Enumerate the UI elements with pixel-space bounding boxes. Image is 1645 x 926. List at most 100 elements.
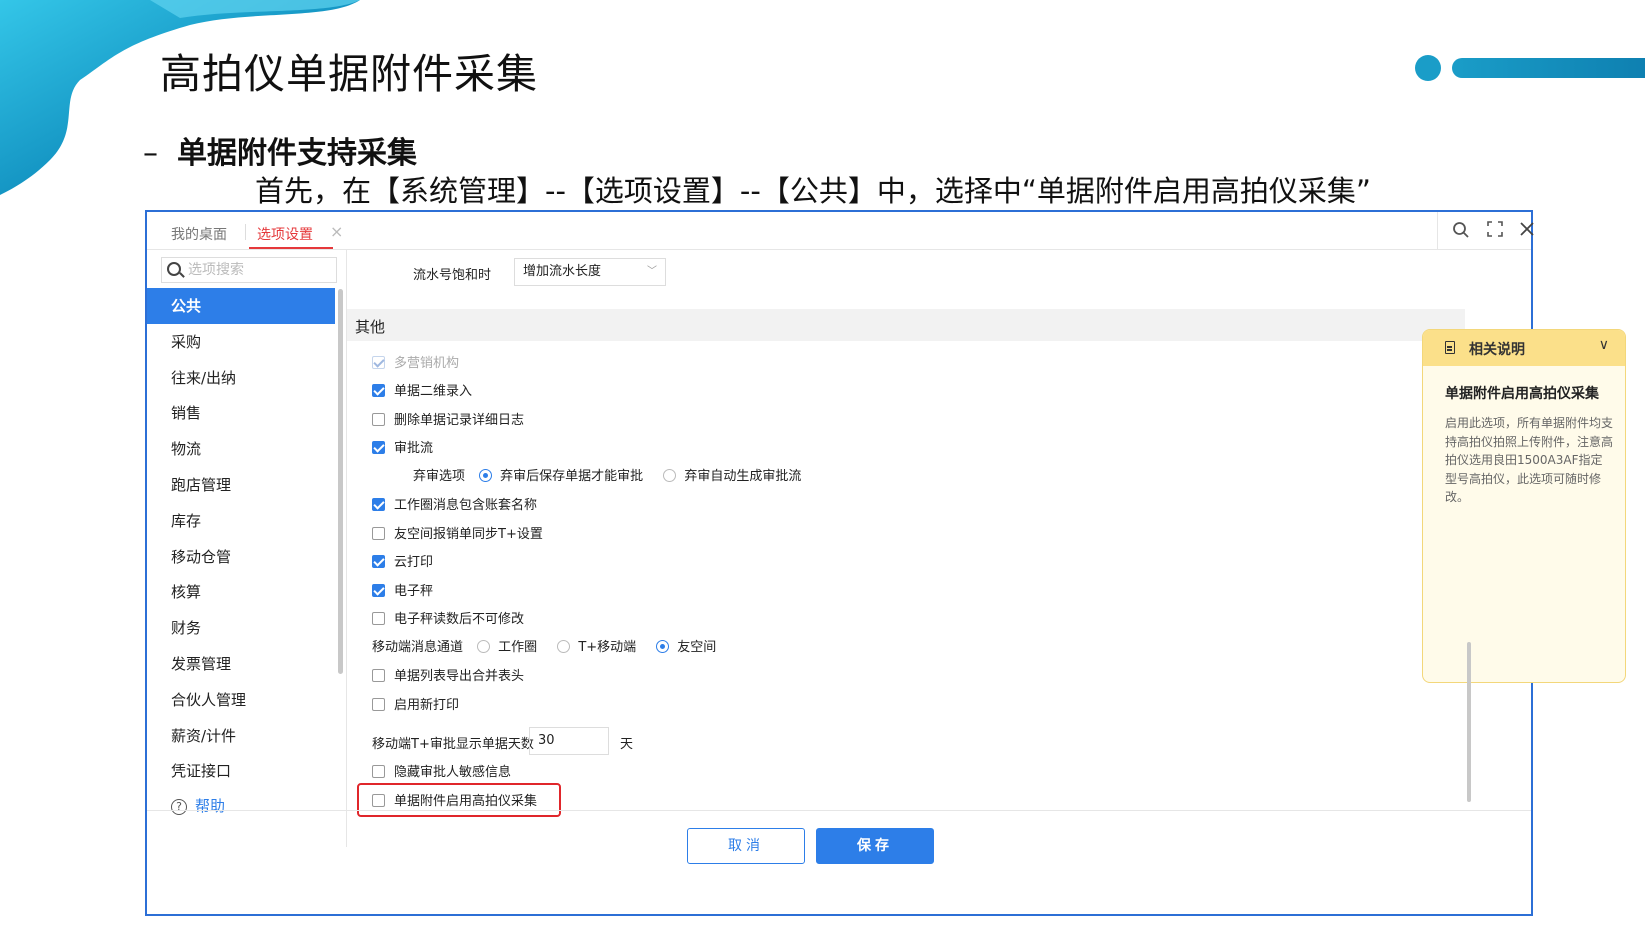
note-header[interactable]: 相关说明 ∨ (1423, 330, 1625, 366)
sidebar-item[interactable]: 发票管理 (147, 646, 335, 682)
main-scrollbar[interactable] (1467, 642, 1471, 802)
option-row: 电子秤读数后不可修改 (372, 610, 524, 630)
dialog-footer: 取消 保存 (147, 810, 1531, 914)
option-checkbox[interactable] (372, 555, 385, 568)
sidebar-item[interactable]: 合伙人管理 (147, 682, 335, 718)
option-row: 隐藏审批人敏感信息 (372, 763, 511, 783)
option-row: 电子秤 (372, 582, 433, 602)
option-label: 单据列表导出合并表头 (394, 669, 525, 684)
option-row: 友空间报销单同步T+设置 (372, 525, 543, 545)
option-checkbox[interactable] (372, 384, 385, 397)
tab-close-icon[interactable]: × (330, 222, 343, 241)
option-label: 电子秤 (394, 584, 434, 599)
note-body: 启用此选项，所有单据附件均支持高拍仪拍照上传附件，注意高拍仪选用良田1500A3… (1445, 416, 1614, 504)
fullscreen-icon[interactable] (1485, 221, 1505, 241)
tab-my-desktop[interactable]: 我的桌面 (171, 224, 227, 244)
bullet-dash: – (143, 136, 158, 171)
option-label: 云打印 (394, 555, 434, 570)
sidebar-item[interactable]: 财务 (147, 610, 335, 646)
option-checkbox (372, 356, 385, 369)
section-header: 其他 (347, 309, 1465, 341)
option-checkbox[interactable] (372, 612, 385, 625)
radio-abandon-save-first[interactable] (479, 469, 493, 482)
option-row: 删除单据记录详细日志 (372, 411, 524, 431)
option-label: 电子秤读数后不可修改 (394, 612, 525, 627)
search-icon (167, 262, 181, 276)
days-label: 移动端T+审批显示单据天数 (372, 737, 534, 752)
slide-title: 高拍仪单据附件采集 (160, 50, 538, 98)
tab-divider (245, 224, 246, 240)
option-label: 启用新打印 (394, 698, 460, 713)
sidebar-item[interactable]: 薪资/计件 (147, 718, 335, 754)
bullet-text: 单据附件支持采集 (177, 136, 417, 171)
days-input[interactable]: 30 (529, 727, 609, 755)
sidebar-item[interactable]: 采购 (147, 324, 335, 360)
option-label: 友空间报销单同步T+设置 (394, 527, 543, 542)
radio-abandon-auto-flow[interactable] (663, 469, 677, 482)
chevron-down-icon: ∨ (1598, 337, 1609, 353)
sidebar: 选项搜索 公共 采购 往来/出纳 销售 物流 跑店管理 库存 移动仓管 核算 财务 发票管理 合伙人管… (147, 249, 347, 847)
sidebar-item[interactable]: 销售 (147, 395, 335, 431)
tab-options-settings[interactable]: 选项设置 (257, 224, 313, 244)
sidebar-item[interactable]: 跑店管理 (147, 467, 335, 503)
option-checkbox[interactable] (372, 413, 385, 426)
option-label: 审批流 (394, 441, 434, 456)
sidebar-item[interactable]: 核算 (147, 574, 335, 610)
option-label: 隐藏审批人敏感信息 (394, 765, 512, 780)
options-panel: 流水号饱和时 增加流水长度 ﹀ 其他 多营销机构单据二维录入删除单据记录详细日志… (347, 249, 1626, 847)
radio-channel-youkongjian[interactable] (656, 640, 670, 653)
radio-label: T+移动端 (578, 640, 637, 655)
sidebar-item[interactable]: 往来/出纳 (147, 360, 335, 396)
save-button[interactable]: 保存 (816, 828, 934, 864)
section-title: 其他 (355, 318, 386, 336)
option-row: 单据列表导出合并表头 (372, 667, 524, 687)
option-checkbox[interactable] (372, 765, 385, 778)
sidebar-scrollbar[interactable] (338, 289, 343, 674)
days-unit: 天 (620, 737, 634, 752)
serial-select-value: 增加流水长度 (523, 264, 602, 279)
option-checkbox[interactable] (372, 584, 385, 597)
option-checkbox[interactable] (372, 441, 385, 454)
sidebar-item[interactable]: 库存 (147, 503, 335, 539)
option-checkbox[interactable] (372, 698, 385, 711)
channel-label: 移动端消息通道 (372, 640, 464, 655)
option-label: 多营销机构 (394, 356, 460, 371)
option-row: 多营销机构 (372, 354, 459, 374)
search-placeholder: 选项搜索 (188, 262, 244, 278)
options-dialog: 我的桌面 选项设置 × 选项搜索 公共 采购 往来/出纳 销售 物流 跑店管理 库存 移动仓管… (145, 210, 1626, 916)
message-channel-row: 移动端消息通道 工作圈 T+移动端 友空间 (372, 638, 716, 658)
option-row: 工作圈消息包含账套名称 (372, 496, 537, 516)
sidebar-item[interactable]: 移动仓管 (147, 539, 335, 575)
radio-label: 友空间 (677, 640, 717, 655)
sidebar-item[interactable]: 公共 (147, 288, 335, 324)
serial-label: 流水号饱和时 (413, 268, 492, 283)
radio-label: 工作圈 (498, 640, 538, 655)
chevron-down-icon: ﹀ (647, 266, 657, 277)
radio-channel-tplus-mobile[interactable] (557, 640, 571, 653)
option-row: 启用新打印 (372, 696, 459, 716)
slide-description: 首先，在【系统管理】--【选项设置】--【公共】中，选择中“单据附件启用高拍仪采… (255, 174, 1371, 208)
option-row: 审批流 (372, 439, 433, 459)
cancel-button[interactable]: 取消 (687, 828, 805, 864)
note-header-title: 相关说明 (1469, 342, 1525, 358)
radio-label: 弃审自动生成审批流 (684, 469, 802, 484)
option-checkbox[interactable] (372, 669, 385, 682)
option-checkbox[interactable] (372, 527, 385, 540)
document-icon (1445, 341, 1455, 354)
tab-bar: 我的桌面 选项设置 × (147, 212, 1534, 250)
note-title: 单据附件启用高拍仪采集 (1445, 386, 1599, 402)
sidebar-item[interactable]: 凭证接口 (147, 753, 335, 789)
option-checkbox[interactable] (372, 498, 385, 511)
option-search-input[interactable]: 选项搜索 (161, 257, 337, 283)
serial-select[interactable]: 增加流水长度 ﹀ (514, 258, 666, 286)
related-info-panel: 相关说明 ∨ 单据附件启用高拍仪采集 启用此选项，所有单据附件均支持高拍仪拍照上… (1422, 329, 1626, 683)
sidebar-item[interactable]: 物流 (147, 431, 335, 467)
abandon-option-row: 弃审选项 弃审后保存单据才能审批 弃审自动生成审批流 (413, 467, 801, 487)
search-icon[interactable] (1451, 221, 1471, 241)
radio-channel-workcircle[interactable] (477, 640, 491, 653)
close-icon[interactable] (1517, 221, 1537, 241)
window-controls-divider (1437, 212, 1438, 249)
abandon-label: 弃审选项 (413, 469, 466, 484)
radio-label: 弃审后保存单据才能审批 (500, 469, 644, 484)
option-label: 单据二维录入 (394, 384, 473, 399)
